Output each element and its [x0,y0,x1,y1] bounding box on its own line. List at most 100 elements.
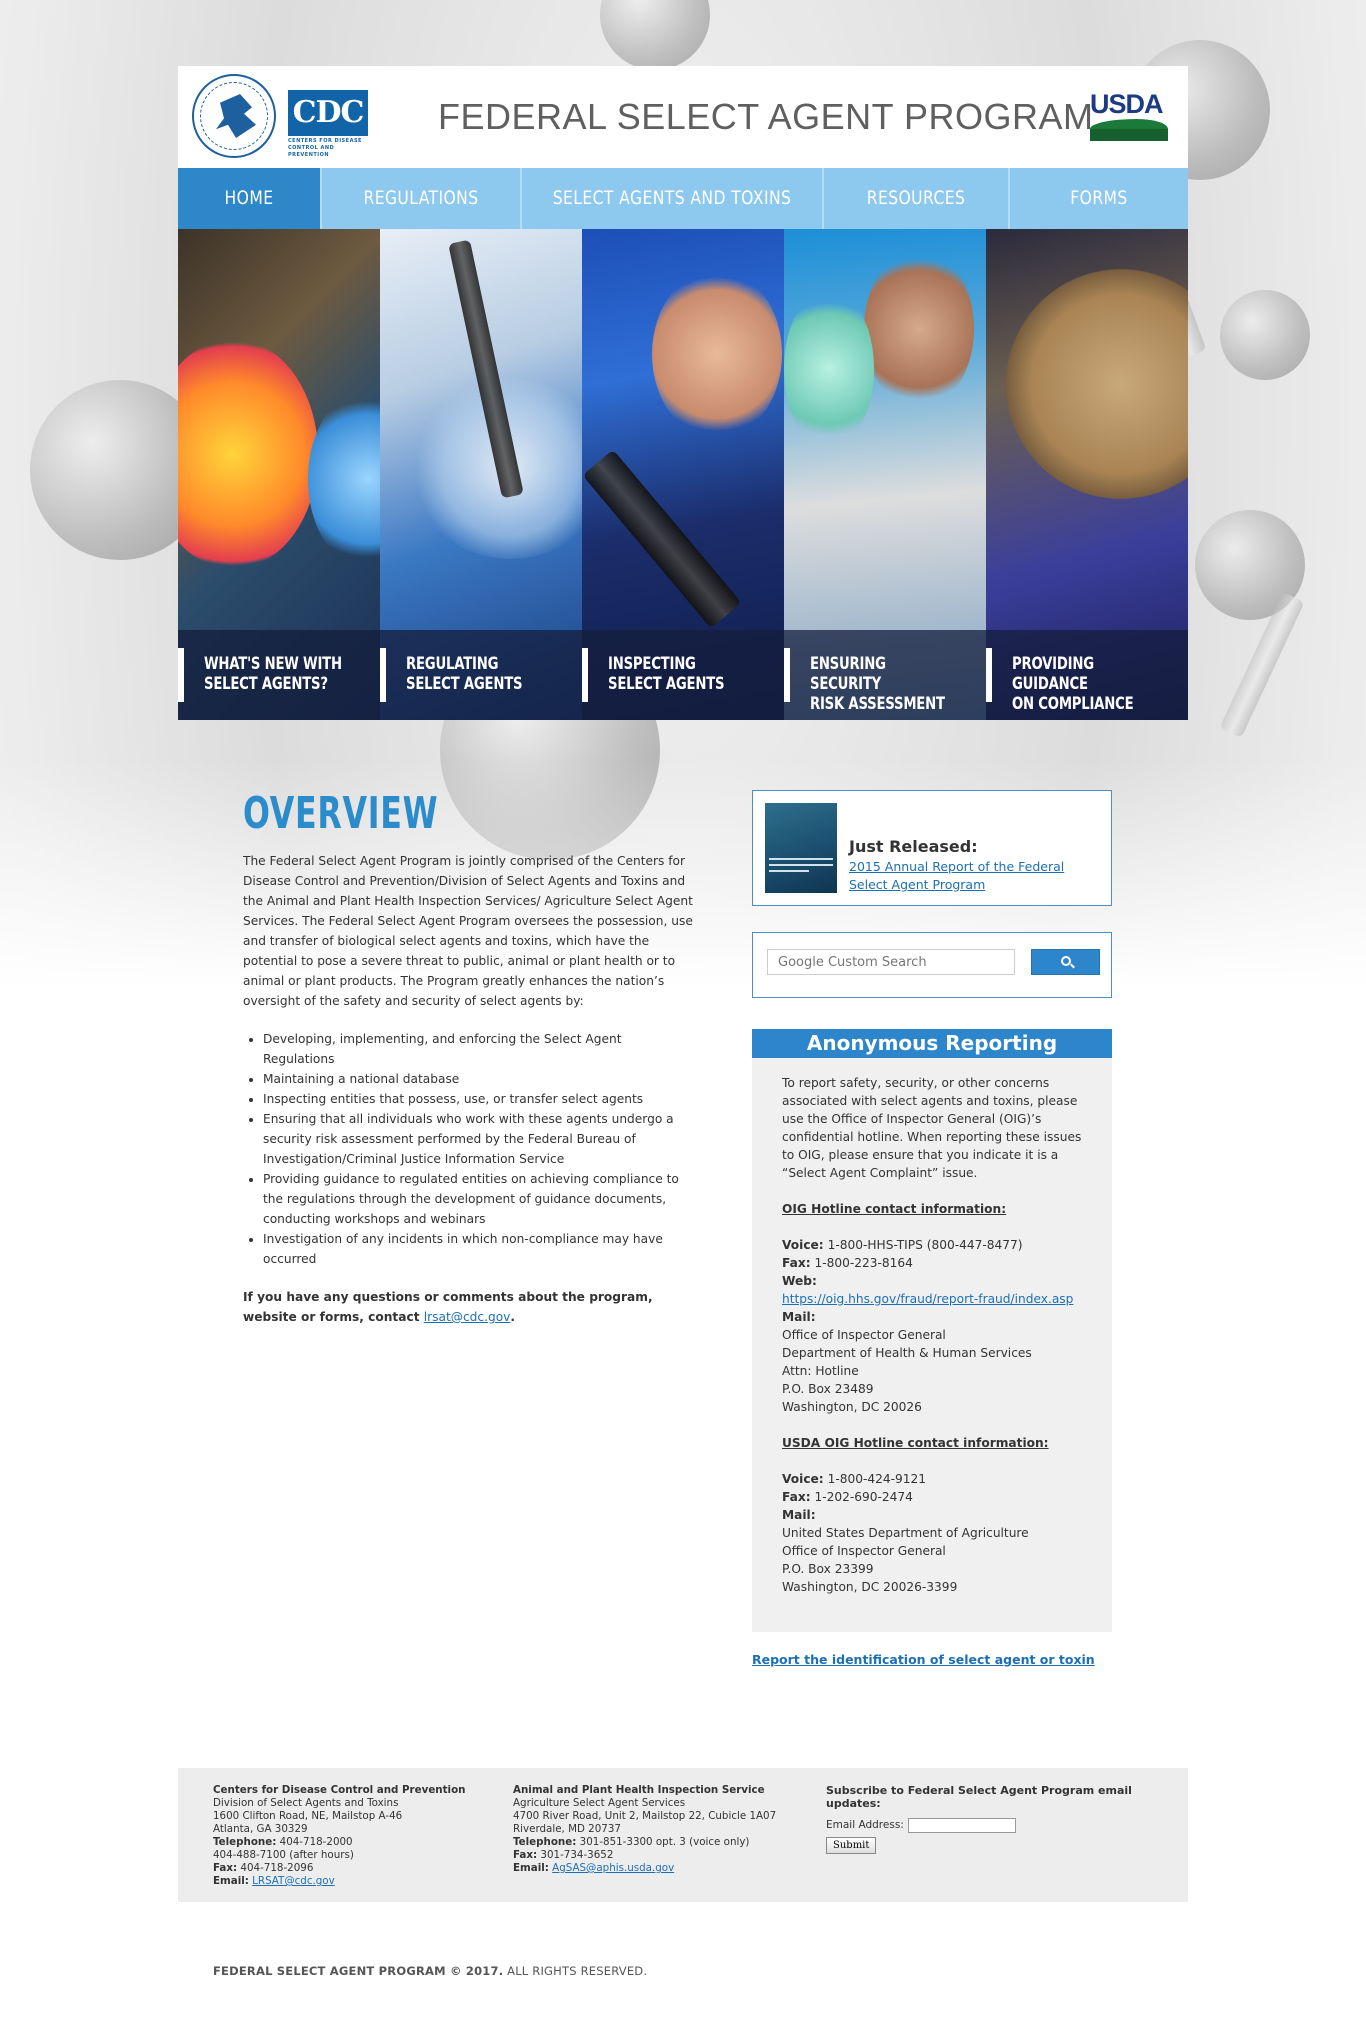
footer-aphis-email: Email: AgSAS@aphis.usda.gov [513,1862,813,1875]
usda-logo-field [1090,129,1168,141]
oig-web-label: Web: [782,1274,817,1288]
nav-home-label: HOME [224,187,274,209]
glove-decoration [784,289,874,449]
hero-caption-text: REGULATING SELECT AGENTS [406,654,523,694]
footer-cdc-email-link[interactable]: LRSAT@cdc.gov [252,1875,335,1887]
footer-aphis-telephone-value: 301-851-3300 opt. 3 (voice only) [579,1836,750,1848]
nav-resources[interactable]: RESOURCES [824,168,1010,229]
footer-cdc-telephone-value: 404-718-2000 [279,1836,353,1848]
pipette-decoration [582,449,742,629]
footer-aphis-fax: Fax: 301-734-3652 [513,1849,813,1862]
footer-cdc-fax-value: 404-718-2096 [240,1862,314,1874]
annual-report-thumbnail[interactable] [765,803,837,893]
usda-voice-value: 1-800-424-9121 [827,1472,927,1486]
copyright-bold: FEDERAL SELECT AGENT PROGRAM © 2017. [213,1964,504,1978]
nav-resources-label: RESOURCES [866,187,966,209]
background-molecule-ball [1220,290,1310,380]
footer-cdc-fax-label: Fax: [213,1862,238,1874]
contact-end: . [510,1310,516,1324]
oig-voice-label: Voice: [782,1238,824,1252]
caption-accent-bar [582,648,588,702]
anonymous-reporting-title: Anonymous Reporting [752,1029,1112,1058]
list-item: Ensuring that all individuals who work w… [263,1109,693,1169]
footer-cdc-telephone-label: Telephone: [213,1836,277,1848]
oig-voice: Voice: 1-800-HHS-TIPS (800-447-8477) [782,1236,1082,1254]
report-identification-link[interactable]: Report the identification of select agen… [752,1652,1095,1667]
usda-voice: Voice: 1-800-424-9121 [782,1470,1082,1488]
oig-fax-label: Fax: [782,1256,811,1270]
petri-dish-decoration [178,339,318,569]
list-item: Maintaining a national database [263,1069,693,1089]
hero-panel-security[interactable]: ENSURING SECURITY RISK ASSESSMENT [784,229,986,720]
hero-panel-guidance[interactable]: PROVIDING GUIDANCE ON COMPLIANCE [986,229,1188,720]
footer: Centers for Disease Control and Preventi… [178,1768,1188,1902]
footer-aphis-line: 4700 River Road, Unit 2, Mailstop 22, Cu… [513,1810,777,1822]
footer-aphis-email-link[interactable]: AgSAS@aphis.usda.gov [552,1862,674,1874]
subscribe-email-label: Email Address: [826,1819,904,1831]
anonymous-reporting-box: Anonymous Reporting To report safety, se… [752,1029,1112,1632]
site-title: FEDERAL SELECT AGENT PROGRAM [438,96,1094,137]
cdc-logo-subtext: CENTERS FOR DISEASE CONTROL AND PREVENTI… [288,138,362,158]
cdc-logo[interactable]: CDC CENTERS FOR DISEASE CONTROL AND PREV… [288,90,368,158]
search-input[interactable] [767,949,1015,975]
just-released-label: Just Released: [849,837,978,856]
nav-forms[interactable]: FORMS [1010,168,1188,229]
subscribe-submit-button[interactable]: Submit [826,1837,877,1854]
list-item: Providing guidance to regulated entities… [263,1169,693,1229]
oig-mail-line: Attn: Hotline [782,1364,859,1378]
footer-cdc-fax: Fax: 404-718-2096 [213,1862,483,1875]
usda-fax-value: 1-202-690-2474 [814,1490,913,1504]
main-container: CDC CENTERS FOR DISEASE CONTROL AND PREV… [178,66,1188,720]
background-molecule-ball [600,0,710,70]
hero-panel-whats-new[interactable]: WHAT'S NEW WITH SELECT AGENTS? [178,229,380,720]
hero-panels: WHAT'S NEW WITH SELECT AGENTS? REGULATIN… [178,229,1188,720]
footer-cdc-line: Atlanta, GA 30329 [213,1823,308,1835]
caption-accent-bar [380,648,386,702]
footer-subscribe: Subscribe to Federal Select Agent Progra… [826,1784,1176,1854]
annual-report-link[interactable]: 2015 Annual Report of the Federal Select… [849,858,1099,894]
thumbnail-line [769,864,833,866]
hero-caption: INSPECTING SELECT AGENTS [582,630,784,720]
subscribe-email-input[interactable] [907,1818,1016,1833]
subscribe-title: Subscribe to Federal Select Agent Progra… [826,1784,1132,1810]
main-nav: HOME REGULATIONS SELECT AGENTS AND TOXIN… [178,168,1188,229]
oig-mail: Mail: [782,1308,1082,1326]
usda-mail-label: Mail: [782,1508,816,1522]
contact-email-link[interactable]: lrsat@cdc.gov [424,1310,511,1324]
anonymous-intro: To report safety, security, or other con… [782,1076,1082,1180]
caption-accent-bar [784,648,790,702]
hero-caption-text: INSPECTING SELECT AGENTS [608,654,725,694]
usda-oig-hotline-heading: USDA OIG Hotline contact information: [782,1436,1049,1450]
nav-home[interactable]: HOME [178,168,322,229]
face-decoration [864,249,974,409]
footer-cdc-contact: Centers for Disease Control and Preventi… [213,1784,483,1888]
site-header: CDC CENTERS FOR DISEASE CONTROL AND PREV… [178,66,1188,168]
hero-caption-text: ENSURING SECURITY RISK ASSESSMENT [810,654,945,714]
oig-voice-value: 1-800-HHS-TIPS (800-447-8477) [827,1238,1023,1252]
footer-aphis-telephone-label: Telephone: [513,1836,577,1848]
search-icon-handle [1070,963,1075,969]
hero-panel-inspecting[interactable]: INSPECTING SELECT AGENTS [582,229,784,720]
oig-mail-line: Office of Inspector General [782,1328,946,1342]
search-button[interactable] [1031,949,1100,975]
footer-cdc-email-label: Email: [213,1875,249,1887]
oig-web-row: https://oig.hhs.gov/fraud/report-fraud/i… [782,1290,1082,1308]
hero-panel-regulating[interactable]: REGULATING SELECT AGENTS [380,229,582,720]
overview-list: Developing, implementing, and enforcing … [263,1029,693,1269]
footer-aphis-name: Animal and Plant Health Inspection Servi… [513,1784,765,1796]
subscribe-email-row: Email Address: [826,1818,1176,1833]
nav-select-agents-and-toxins[interactable]: SELECT AGENTS AND TOXINS [522,168,824,229]
usda-logo[interactable]: USDA [1090,90,1168,148]
usda-voice-label: Voice: [782,1472,824,1486]
nav-forms-label: FORMS [1070,187,1128,209]
usda-logo-text: USDA [1090,89,1164,119]
nav-regulations[interactable]: REGULATIONS [322,168,522,229]
cdc-logo-text: CDC [288,90,368,136]
hero-caption: WHAT'S NEW WITH SELECT AGENTS? [178,630,380,720]
hhs-logo[interactable] [192,74,276,158]
oig-web-link[interactable]: https://oig.hhs.gov/fraud/report-fraud/i… [782,1292,1073,1306]
usda-fax-label: Fax: [782,1490,811,1504]
footer-cdc-line: Division of Select Agents and Toxins [213,1797,399,1809]
oig-fax: Fax: 1-800-223-8164 [782,1254,1082,1272]
